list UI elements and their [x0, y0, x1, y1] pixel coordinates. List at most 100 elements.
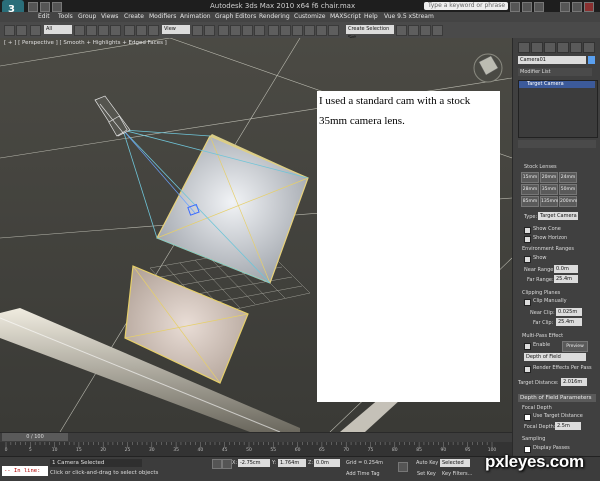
- schematic-view-icon[interactable]: [328, 25, 339, 36]
- menu-views[interactable]: Views: [101, 13, 118, 20]
- menu-customize[interactable]: Customize: [294, 13, 326, 20]
- snaps-toggle-icon[interactable]: [218, 25, 229, 36]
- selection-region-icon[interactable]: [98, 25, 109, 36]
- curve-editor-icon[interactable]: [316, 25, 327, 36]
- maximize-icon[interactable]: [572, 2, 582, 12]
- window-crossing-icon[interactable]: [110, 25, 121, 36]
- reference-coordinate-dropdown[interactable]: View: [162, 25, 190, 34]
- multipass-effect-dropdown[interactable]: Depth of Field: [524, 353, 586, 361]
- y-coordinate-input[interactable]: 1.764m: [278, 459, 306, 467]
- time-slider[interactable]: 0 / 100: [2, 433, 68, 441]
- far-clip-input[interactable]: 25.4m: [556, 318, 582, 326]
- object-color-swatch[interactable]: [588, 56, 595, 64]
- menu-group[interactable]: Group: [78, 13, 96, 20]
- render-setup-icon[interactable]: [408, 25, 419, 36]
- manipulate-icon[interactable]: [204, 25, 215, 36]
- select-rotate-icon[interactable]: [136, 25, 147, 36]
- menu-vue-xstream[interactable]: Vue 9.5 xStream: [384, 13, 434, 20]
- lens-200mm-button[interactable]: 200mm: [559, 196, 577, 207]
- pivot-center-icon[interactable]: [192, 25, 203, 36]
- camera-type-dropdown[interactable]: Target Camera: [538, 212, 578, 220]
- lens-15mm-button[interactable]: 15mm: [521, 172, 539, 183]
- auto-key-button[interactable]: Auto Key: [416, 460, 438, 466]
- select-move-icon[interactable]: [124, 25, 135, 36]
- hierarchy-tab-icon[interactable]: [544, 42, 556, 53]
- layer-manager-icon[interactable]: [304, 25, 315, 36]
- far-range-input[interactable]: 25.4m: [554, 275, 578, 283]
- utilities-tab-icon[interactable]: [583, 42, 595, 53]
- select-object-icon[interactable]: [74, 25, 85, 36]
- use-target-distance-checkbox[interactable]: [524, 414, 531, 421]
- lens-35mm-button[interactable]: 35mm: [540, 184, 558, 195]
- menu-animation[interactable]: Animation: [180, 13, 211, 20]
- selection-filter-dropdown[interactable]: All: [44, 25, 72, 34]
- lens-135mm-button[interactable]: 135mm: [540, 196, 558, 207]
- preview-button[interactable]: Preview: [562, 341, 588, 352]
- key-icon[interactable]: [398, 462, 408, 472]
- set-key-button[interactable]: Set Key: [417, 471, 436, 477]
- motion-tab-icon[interactable]: [557, 42, 569, 53]
- z-coordinate-input[interactable]: 0.0m: [314, 459, 340, 467]
- redo-icon[interactable]: [16, 25, 27, 36]
- menu-rendering[interactable]: Rendering: [259, 13, 290, 20]
- target-distance-input[interactable]: 2.016m: [561, 378, 587, 386]
- material-editor-icon[interactable]: [396, 25, 407, 36]
- minimize-icon[interactable]: [560, 2, 570, 12]
- modifier-list-dropdown[interactable]: Modifier List: [518, 68, 592, 76]
- menu-help[interactable]: Help: [364, 13, 378, 20]
- modify-tab-icon[interactable]: [531, 42, 543, 53]
- select-scale-icon[interactable]: [148, 25, 159, 36]
- key-mode-dropdown[interactable]: Selected: [440, 459, 470, 467]
- save-file-icon[interactable]: [52, 2, 62, 12]
- lens-24mm-button[interactable]: 24mm: [559, 172, 577, 183]
- clip-manually-checkbox[interactable]: [524, 299, 531, 306]
- key-filters-button[interactable]: Key Filters...: [442, 471, 472, 477]
- link-icon[interactable]: [30, 25, 41, 36]
- lens-50mm-button[interactable]: 50mm: [559, 184, 577, 195]
- lens-85mm-button[interactable]: 85mm: [521, 196, 539, 207]
- dof-parameters-rollout[interactable]: Depth of Field Parameters: [518, 394, 596, 402]
- enable-multipass-checkbox[interactable]: [524, 343, 531, 350]
- menu-tools[interactable]: Tools: [58, 13, 73, 20]
- lock-selection-icon[interactable]: [212, 459, 222, 469]
- near-clip-input[interactable]: 0.025m: [556, 308, 582, 316]
- viewport-label[interactable]: [ + ] [ Perspective ] [ Smooth + Highlig…: [4, 40, 167, 46]
- select-by-name-icon[interactable]: [86, 25, 97, 36]
- show-horizon-checkbox[interactable]: [524, 236, 531, 243]
- add-time-tag-button[interactable]: Add Time Tag: [346, 471, 380, 477]
- lens-20mm-button[interactable]: 20mm: [540, 172, 558, 183]
- search-icon[interactable]: [510, 2, 520, 12]
- focal-depth-input[interactable]: 2.5m: [555, 422, 581, 430]
- align-icon[interactable]: [292, 25, 303, 36]
- menu-graph-editors[interactable]: Graph Editors: [215, 13, 256, 20]
- menu-edit[interactable]: Edit: [38, 13, 50, 20]
- maxscript-listener[interactable]: -- In line:: [2, 466, 48, 476]
- help-icon[interactable]: [534, 2, 544, 12]
- percent-snap-icon[interactable]: [242, 25, 253, 36]
- mirror-icon[interactable]: [280, 25, 291, 36]
- show-cone-checkbox[interactable]: [524, 227, 531, 234]
- object-name-field[interactable]: Camera01: [518, 56, 586, 64]
- angle-snap-icon[interactable]: [230, 25, 241, 36]
- render-effects-per-pass-checkbox[interactable]: [524, 366, 531, 373]
- open-file-icon[interactable]: [40, 2, 50, 12]
- menu-create[interactable]: Create: [124, 13, 144, 20]
- rendered-frame-window-icon[interactable]: [420, 25, 431, 36]
- x-coordinate-input[interactable]: -2.75cm: [238, 459, 270, 467]
- render-production-icon[interactable]: [432, 25, 443, 36]
- absolute-mode-icon[interactable]: [222, 459, 232, 469]
- display-tab-icon[interactable]: [570, 42, 582, 53]
- new-file-icon[interactable]: [28, 2, 38, 12]
- lens-28mm-button[interactable]: 28mm: [521, 184, 539, 195]
- near-range-input[interactable]: 0.0m: [554, 265, 578, 273]
- spinner-snap-icon[interactable]: [254, 25, 265, 36]
- close-icon[interactable]: [584, 2, 594, 12]
- menu-modifiers[interactable]: Modifiers: [149, 13, 176, 20]
- create-tab-icon[interactable]: [518, 42, 530, 53]
- named-selection-sets-dropdown[interactable]: Create Selection Set: [346, 25, 394, 41]
- star-icon[interactable]: [522, 2, 532, 12]
- undo-icon[interactable]: [4, 25, 15, 36]
- show-ranges-checkbox[interactable]: [524, 256, 531, 263]
- search-input[interactable]: Type a keyword or phrase: [424, 2, 508, 10]
- menu-maxscript[interactable]: MAXScript: [330, 13, 361, 20]
